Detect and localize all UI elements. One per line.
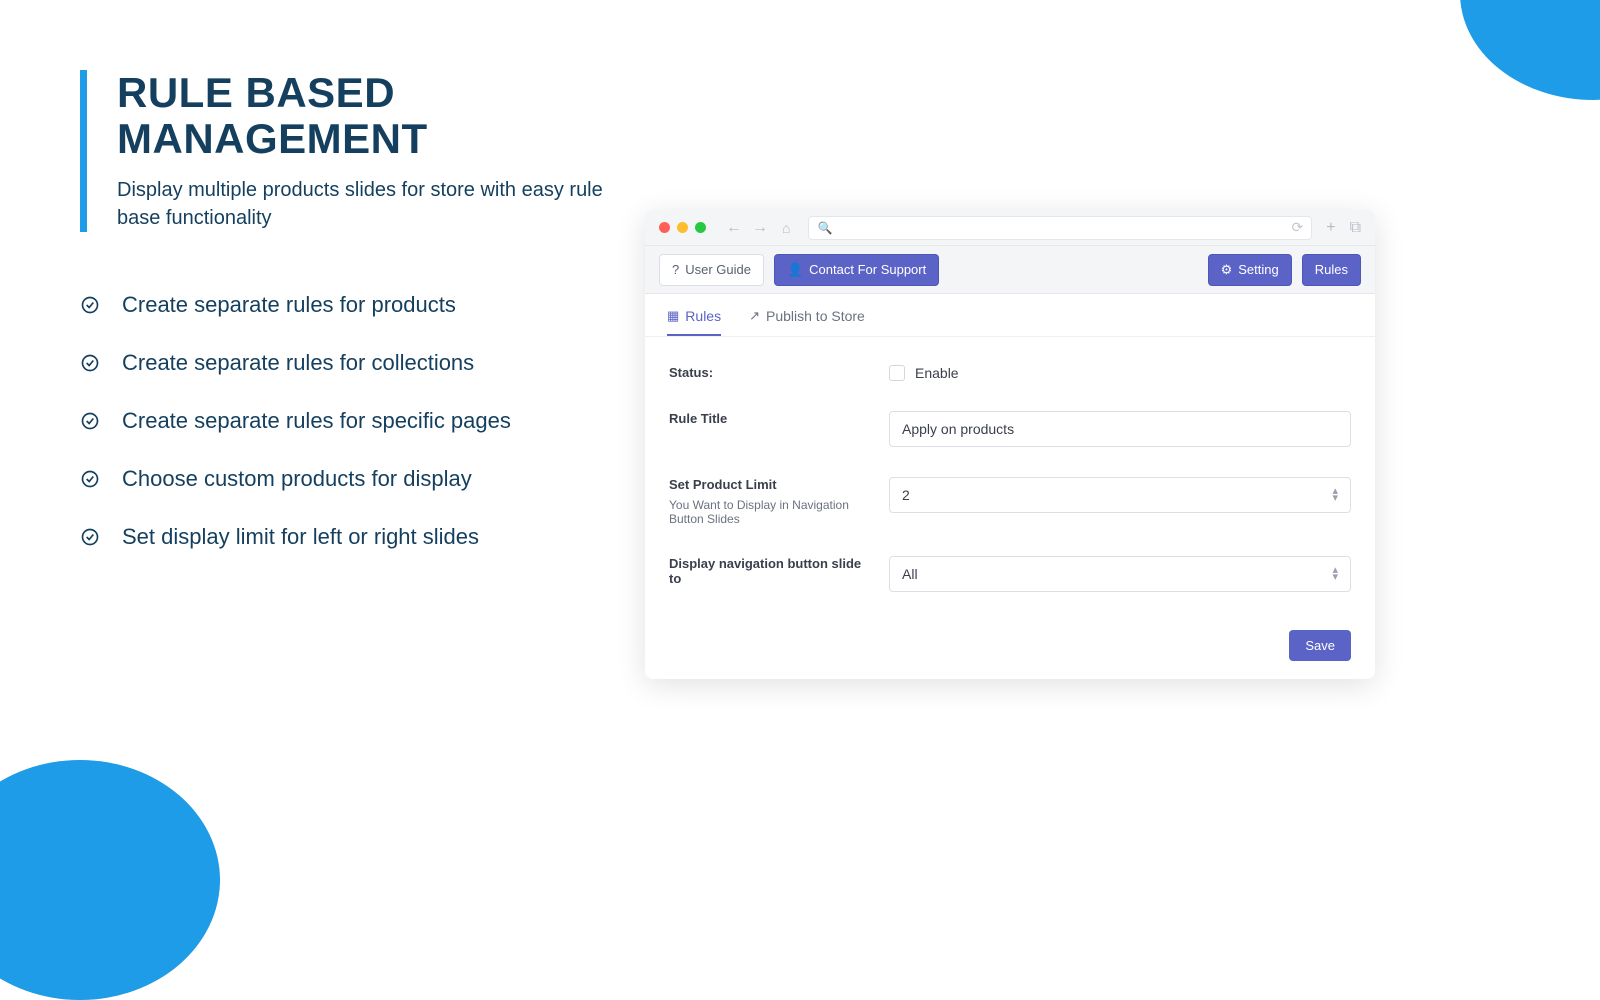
page-subtitle: Display multiple products slides for sto… [117,176,640,232]
status-label: Status: [669,365,889,381]
list-item-text: Set display limit for left or right slid… [122,524,479,550]
save-button[interactable]: Save [1289,630,1351,661]
gear-icon: ⚙ [1221,262,1233,278]
rules-button[interactable]: Rules [1302,254,1361,286]
button-label: Rules [1315,262,1348,277]
product-limit-row: Set Product Limit You Want to Display in… [669,477,1351,526]
list-item-text: Create separate rules for products [122,292,456,318]
refresh-icon[interactable]: ⟳ [1291,219,1303,236]
tab-bar: ▦ Rules ↗ Publish to Store [645,294,1375,337]
back-icon[interactable]: ← [726,219,742,237]
select-value: All [902,566,918,582]
new-tab-icon[interactable]: + [1326,219,1335,237]
status-row: Status: Enable [669,365,1351,381]
input-value: Apply on products [902,421,1014,437]
nav-arrows: ← → [726,219,768,237]
browser-titlebar: ← → ⌂ 🔍 ⟳ + ⧉ [645,210,1375,246]
check-circle-icon [80,527,100,547]
help-icon: ? [672,262,679,277]
home-icon[interactable]: ⌂ [782,220,790,236]
chevron-updown-icon: ▴▾ [1332,567,1338,580]
window-controls [659,222,706,233]
button-label: Contact For Support [809,262,926,277]
list-item-text: Choose custom products for display [122,466,472,492]
user-icon: 👤 [787,262,803,278]
address-bar[interactable]: 🔍 ⟳ [808,216,1312,240]
display-to-row: Display navigation button slide to All ▴… [669,556,1351,592]
search-icon: 🔍 [817,221,832,235]
product-limit-help: You Want to Display in Navigation Button… [669,498,889,526]
check-circle-icon [80,411,100,431]
setting-button[interactable]: ⚙ Setting [1208,254,1292,286]
contact-support-button[interactable]: 👤 Contact For Support [774,254,939,286]
tabs-icon[interactable]: ⧉ [1350,219,1361,237]
form-actions: Save [645,630,1375,661]
rule-title-input[interactable]: Apply on products [889,411,1351,447]
close-window-icon[interactable] [659,222,670,233]
decoration-blob-top [1460,0,1600,100]
product-limit-select[interactable]: 2 ▴▾ [889,477,1351,513]
list-item-text: Create separate rules for collections [122,350,474,376]
list-item: Choose custom products for display [80,466,640,492]
minimize-window-icon[interactable] [677,222,688,233]
grid-icon: ▦ [667,308,679,324]
forward-icon[interactable]: → [752,219,768,237]
button-label: User Guide [685,262,751,277]
rule-title-label: Rule Title [669,411,889,447]
user-guide-button[interactable]: ? User Guide [659,254,764,286]
chevron-updown-icon: ▴▾ [1332,488,1338,501]
browser-window: ← → ⌂ 🔍 ⟳ + ⧉ ? User Guide 👤 Contact For… [645,210,1375,679]
check-circle-icon [80,353,100,373]
product-limit-label: Set Product Limit [669,477,889,492]
select-value: 2 [902,487,910,503]
external-link-icon: ↗ [749,308,760,324]
button-label: Setting [1238,262,1278,277]
list-item: Create separate rules for products [80,292,640,318]
rule-form: Status: Enable Rule Title Apply on produ… [645,337,1375,630]
marketing-content: RULE BASED MANAGEMENT Display multiple p… [80,70,640,582]
list-item: Create separate rules for specific pages [80,408,640,434]
enable-checkbox-group: Enable [889,365,1351,381]
tab-label: Rules [685,308,721,324]
display-to-label: Display navigation button slide to [669,556,889,592]
page-title: RULE BASED MANAGEMENT [117,70,640,162]
check-circle-icon [80,295,100,315]
list-item: Set display limit for left or right slid… [80,524,640,550]
decoration-blob-bottom [0,760,220,1000]
feature-list: Create separate rules for products Creat… [80,292,640,550]
tab-label: Publish to Store [766,308,865,324]
content-pane: ▦ Rules ↗ Publish to Store Status: Enabl… [645,294,1375,679]
rule-title-row: Rule Title Apply on products [669,411,1351,447]
tab-publish[interactable]: ↗ Publish to Store [749,308,865,336]
browser-actions: + ⧉ [1326,219,1361,237]
enable-checkbox[interactable] [889,365,905,381]
display-to-select[interactable]: All ▴▾ [889,556,1351,592]
enable-label: Enable [915,365,959,381]
header-block: RULE BASED MANAGEMENT Display multiple p… [80,70,640,232]
tab-rules[interactable]: ▦ Rules [667,308,721,336]
maximize-window-icon[interactable] [695,222,706,233]
app-toolbar: ? User Guide 👤 Contact For Support ⚙ Set… [645,246,1375,294]
list-item: Create separate rules for collections [80,350,640,376]
check-circle-icon [80,469,100,489]
list-item-text: Create separate rules for specific pages [122,408,511,434]
